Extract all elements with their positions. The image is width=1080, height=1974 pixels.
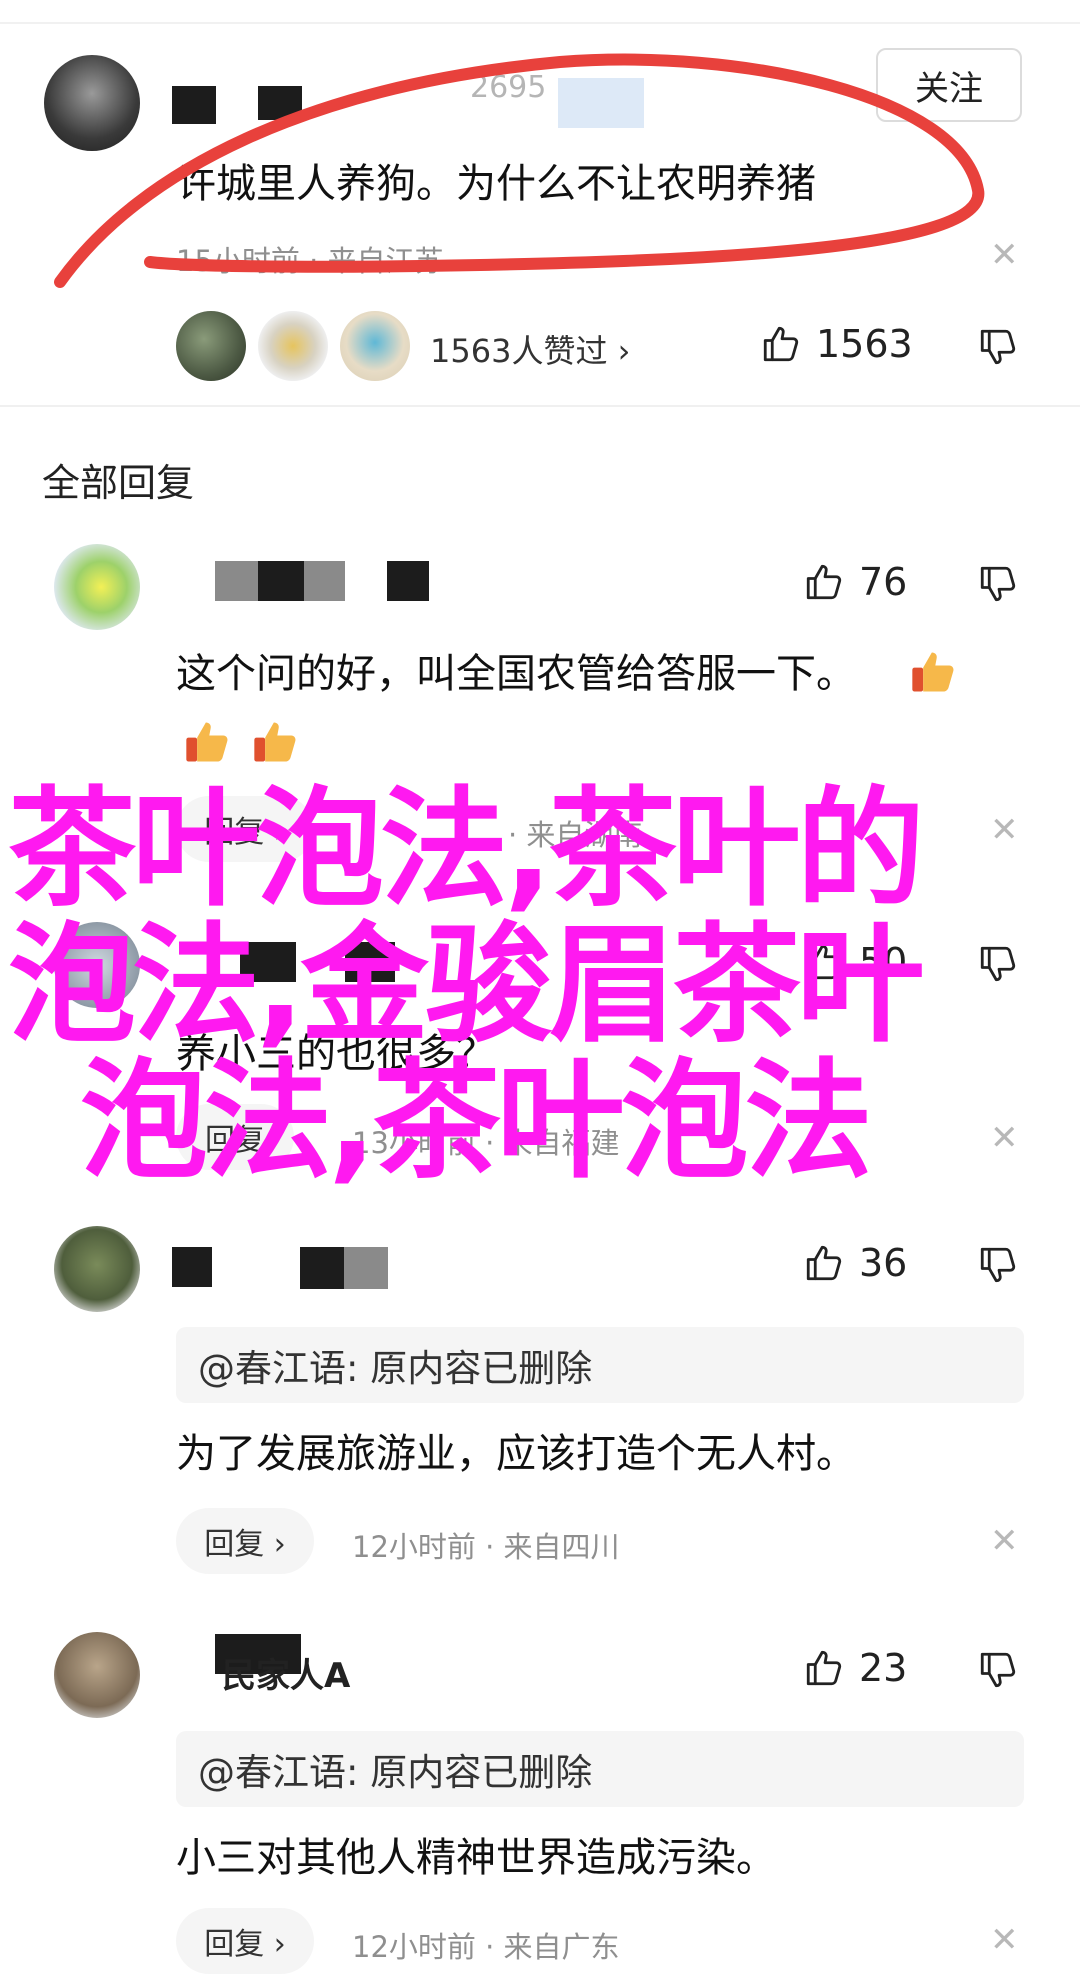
- reply-button[interactable]: 回复 ›: [176, 1508, 314, 1574]
- thumb-down-icon[interactable]: [977, 1244, 1019, 1286]
- close-icon[interactable]: ✕: [990, 1920, 1019, 1960]
- like-count: 36: [859, 1241, 908, 1285]
- close-icon[interactable]: ✕: [990, 810, 1019, 850]
- red-annotation-circle: [54, 53, 985, 288]
- thumb-up-icon: [763, 326, 799, 362]
- reply-text-content: 这个问的好，叫全国农管给答服一下。: [176, 651, 856, 697]
- reply-button[interactable]: 回复 ›: [176, 1908, 314, 1974]
- reply-avatar[interactable]: [54, 1632, 140, 1718]
- like-button[interactable]: 1563: [760, 322, 913, 366]
- thumb-up-icon: [806, 1650, 842, 1686]
- redacted-username-block: [172, 1247, 212, 1287]
- reply-text: 为了发展旅游业，应该打造个无人村。: [176, 1431, 856, 1477]
- like-button[interactable]: 76: [803, 560, 907, 604]
- close-icon[interactable]: ✕: [990, 1521, 1019, 1561]
- overlay-title-line-3: 泡法,茶叶泡法: [80, 1047, 873, 1196]
- thumb-down-icon[interactable]: [977, 563, 1019, 605]
- like-button[interactable]: 23: [803, 1646, 907, 1690]
- redacted-username-block: [300, 1247, 344, 1289]
- reply-username-partial: 民家人A: [222, 1656, 351, 1696]
- reply-text: 这个问的好，叫全国农管给答服一下。: [176, 650, 856, 698]
- reply-meta: 12小时前 · 来自广东: [352, 1930, 620, 1964]
- thumb-up-icon: [806, 1245, 842, 1281]
- section-title: 全部回复: [42, 461, 195, 505]
- thumb-down-icon[interactable]: [977, 326, 1019, 368]
- thumbs-up-emoji-icon: [186, 722, 228, 762]
- likers-link[interactable]: 1563人赞过 ›: [430, 326, 630, 372]
- overlay-title-line-1: 茶叶泡法,茶叶的: [8, 775, 925, 924]
- thumbs-up-emoji-icon: [254, 722, 296, 762]
- liker-avatar[interactable]: [340, 311, 410, 381]
- like-count: 1563: [816, 322, 913, 366]
- thumbs-up-emoji-icon: [912, 652, 954, 692]
- quoted-comment[interactable]: @春江语: 原内容已删除: [176, 1731, 1024, 1807]
- thumb-down-icon[interactable]: [977, 943, 1019, 985]
- overlay-title-line-2: 泡法,金骏眉茶叶: [8, 911, 925, 1060]
- redacted-username-block: [387, 561, 429, 601]
- liker-avatar[interactable]: [176, 311, 246, 381]
- redacted-username-block: [258, 561, 304, 601]
- quoted-comment[interactable]: @春江语: 原内容已删除: [176, 1327, 1024, 1403]
- thumb-up-icon: [806, 564, 842, 600]
- close-icon[interactable]: ✕: [990, 1118, 1019, 1158]
- section-separator: [0, 405, 1080, 407]
- thumb-down-icon[interactable]: [977, 1649, 1019, 1691]
- like-count: 23: [859, 1646, 908, 1690]
- like-count: 76: [859, 560, 908, 604]
- reply-avatar[interactable]: [54, 1226, 140, 1312]
- reply-avatar[interactable]: [54, 544, 140, 630]
- liker-avatar[interactable]: [258, 311, 328, 381]
- reply-meta: 12小时前 · 来自四川: [352, 1530, 620, 1564]
- reply-text: 小三对其他人精神世界造成污染。: [176, 1835, 776, 1881]
- like-button[interactable]: 36: [803, 1241, 907, 1285]
